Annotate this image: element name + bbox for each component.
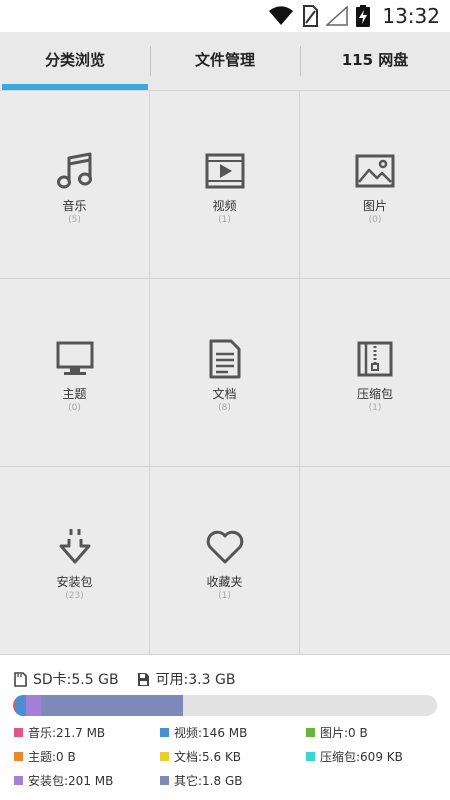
- category-favorites[interactable]: 收藏夹 (1): [150, 467, 300, 655]
- legend-label: 主题:0 B: [28, 749, 76, 764]
- sd-card-icon: [14, 671, 27, 687]
- category-video[interactable]: 视频 (1): [150, 91, 300, 279]
- category-count: (1): [368, 402, 382, 413]
- category-image[interactable]: 图片 (0): [300, 91, 450, 279]
- category-count: (0): [68, 402, 81, 413]
- signal-icon: [326, 6, 349, 26]
- wifi-icon: [268, 6, 294, 26]
- legend-swatch: [160, 727, 169, 737]
- storage-usage-bar: [13, 695, 437, 716]
- legend-item: 文档:5.6 KB: [160, 747, 306, 765]
- category-count: (0): [368, 214, 382, 225]
- legend-item: 压缩包:609 KB: [306, 747, 444, 765]
- legend-label: 图片:0 B: [320, 725, 368, 740]
- category-label: 文档: [212, 386, 237, 401]
- legend-label: 压缩包:609 KB: [320, 749, 403, 764]
- legend-label: 其它:1.8 GB: [174, 773, 243, 788]
- category-label: 图片: [362, 198, 387, 213]
- legend-swatch: [306, 727, 315, 737]
- status-bar: 13:32: [0, 0, 450, 32]
- category-archive[interactable]: 压缩包 (1): [300, 279, 450, 467]
- sd-card-capacity: SD卡:5.5 GB: [33, 672, 119, 688]
- category-label: 音乐: [62, 198, 87, 213]
- category-count: (1): [218, 214, 231, 225]
- category-label: 主题: [62, 386, 87, 401]
- legend-label: 视频:146 MB: [174, 725, 248, 740]
- status-time: 13:32: [382, 4, 440, 28]
- category-count: (8): [218, 402, 231, 413]
- storage-info: SD卡:5.5 GB 可用:3.3 GB: [14, 669, 235, 689]
- legend-swatch: [160, 751, 169, 761]
- category-grid: 音乐 (5) 视频 (1) 图片 (0) 主题 (0) 文档 (8) 压缩包 (…: [0, 91, 450, 655]
- usage-segment-video: [14, 695, 26, 716]
- legend-item: 音乐:21.7 MB: [14, 723, 160, 741]
- category-count: (5): [68, 214, 81, 225]
- tab-115-cloud[interactable]: 115 网盘: [300, 32, 450, 90]
- document-icon: [209, 339, 240, 378]
- sim-card-icon: [302, 5, 319, 27]
- download-icon: [59, 528, 90, 563]
- monitor-icon: [56, 341, 93, 375]
- legend-swatch: [306, 751, 315, 761]
- tab-category-browse[interactable]: 分类浏览: [0, 32, 150, 90]
- category-label: 视频: [212, 198, 237, 213]
- category-label: 收藏夹: [206, 574, 243, 589]
- empty-cell: [300, 467, 450, 655]
- category-document[interactable]: 文档 (8): [150, 279, 300, 467]
- legend-label: 安装包:201 MB: [28, 773, 114, 788]
- legend-item: 视频:146 MB: [160, 723, 306, 741]
- legend-swatch: [160, 775, 169, 785]
- music-icon: [56, 152, 92, 188]
- category-count: (1): [218, 590, 231, 601]
- archive-icon: [357, 341, 393, 376]
- legend-item: 主题:0 B: [14, 747, 160, 765]
- video-icon: [205, 153, 244, 188]
- image-icon: [355, 154, 395, 187]
- heart-icon: [206, 530, 243, 563]
- category-label: 安装包: [56, 574, 93, 589]
- usage-segment-apk: [25, 695, 41, 716]
- category-theme[interactable]: 主题 (0): [0, 279, 150, 467]
- legend-item: 图片:0 B: [306, 723, 444, 741]
- usage-segment-other: [40, 695, 183, 716]
- legend-swatch: [14, 727, 23, 737]
- legend-label: 音乐:21.7 MB: [28, 725, 106, 740]
- legend-item: 其它:1.8 GB: [160, 771, 306, 789]
- available-capacity: 可用:3.3 GB: [155, 672, 236, 688]
- tab-bar: 分类浏览 文件管理 115 网盘: [0, 32, 450, 91]
- tab-file-manager[interactable]: 文件管理: [150, 32, 300, 90]
- storage-legend: 音乐:21.7 MB 视频:146 MB 图片:0 B 主题:0 B 文档:5.6 KB…: [14, 723, 444, 789]
- battery-charging-icon: [356, 5, 371, 27]
- disk-icon: [137, 672, 150, 687]
- storage-panel: SD卡:5.5 GB 可用:3.3 GB 音乐:21.7 MB 视频:146 MB…: [0, 655, 450, 800]
- category-count: (23): [65, 590, 84, 601]
- legend-label: 文档:5.6 KB: [174, 749, 242, 764]
- category-label: 压缩包: [356, 386, 393, 401]
- legend-item: 安装包:201 MB: [14, 771, 160, 789]
- category-music[interactable]: 音乐 (5): [0, 91, 150, 279]
- legend-swatch: [14, 775, 23, 785]
- category-apk[interactable]: 安装包 (23): [0, 467, 150, 655]
- legend-swatch: [14, 751, 23, 761]
